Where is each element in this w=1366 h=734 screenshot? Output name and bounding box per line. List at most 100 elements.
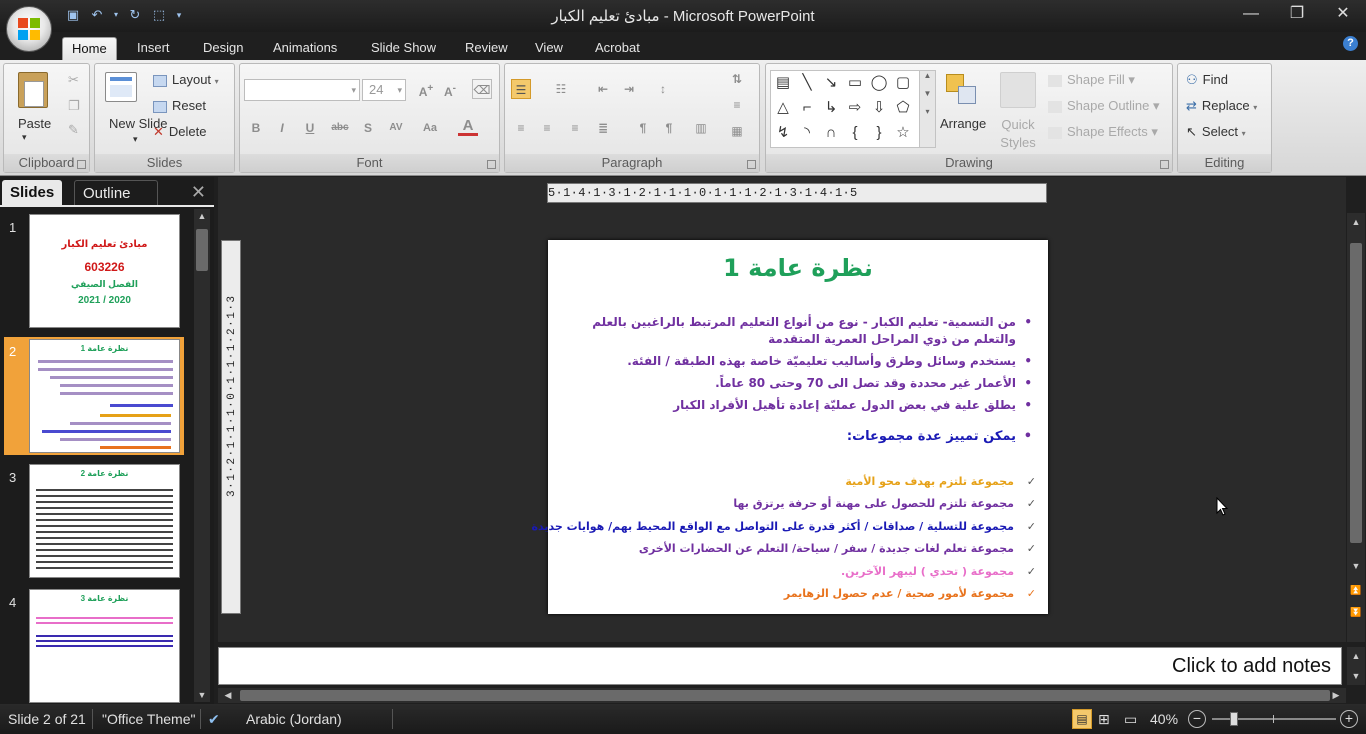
scroll-down-icon[interactable]: ▼ — [1348, 559, 1364, 573]
rtl-icon[interactable]: ¶ — [659, 118, 679, 138]
clipboard-launcher-icon[interactable] — [77, 160, 86, 169]
reset-button[interactable]: Reset — [153, 98, 206, 113]
new-slide-dropdown-icon[interactable]: ▾ — [133, 134, 138, 145]
find-button[interactable]: ⚇ Find — [1186, 72, 1228, 88]
oval-shape-icon[interactable]: ◯ — [869, 73, 889, 93]
new-slide-icon[interactable] — [105, 72, 137, 102]
elbow-arrow-icon[interactable]: ↳ — [821, 98, 841, 118]
slide-thumbnail-4[interactable]: نظرة عامة 3 — [29, 589, 180, 703]
paste-button[interactable]: Paste — [18, 116, 51, 131]
rounded-rect-shape-icon[interactable]: ▢ — [893, 73, 913, 93]
line-spacing-icon[interactable]: ↕ — [653, 79, 673, 99]
slide-canvas[interactable]: نظرة عامة 1 من التسمية- تعليم الكبار - ن… — [532, 240, 1048, 614]
tab-animations[interactable]: Animations — [264, 37, 346, 60]
help-icon[interactable]: ? — [1343, 36, 1358, 51]
theme-status[interactable]: "Office Theme" — [102, 711, 195, 727]
replace-button[interactable]: ⇄ Replace ▾ — [1186, 98, 1257, 114]
font-family-combo[interactable]: ▾ — [244, 79, 360, 101]
scroll-up-icon[interactable]: ▲ — [194, 209, 210, 223]
horizontal-scrollbar[interactable]: ◀ ▶ — [218, 688, 1346, 703]
scroll-down-icon[interactable]: ▼ — [1348, 669, 1364, 683]
paste-dropdown-icon[interactable]: ▾ — [22, 132, 27, 143]
align-center-icon[interactable]: ≡ — [537, 118, 557, 138]
previous-slide-icon[interactable]: ⏫ — [1348, 583, 1364, 597]
slide-show-view-icon[interactable]: ▭ — [1124, 711, 1137, 728]
shadow-icon[interactable]: S — [358, 118, 378, 138]
notes-placeholder[interactable]: Click to add notes — [1172, 655, 1331, 678]
group-list[interactable]: ✓ مجموعة تلتزم بهدف محو الأمية ✓ مجموعة تل… — [532, 471, 1036, 605]
underline-icon[interactable]: U — [300, 118, 320, 138]
zoom-slider-thumb[interactable] — [1230, 712, 1238, 726]
close-panel-icon[interactable]: ✕ — [191, 182, 206, 203]
shrink-font-icon[interactable]: A- — [440, 79, 460, 99]
rectangle-shape-icon[interactable]: ▭ — [845, 73, 865, 93]
next-slide-icon[interactable]: ⏬ — [1348, 605, 1364, 619]
slide-thumbnail-3[interactable]: نظرة عامة 2 — [29, 464, 180, 578]
paragraph-launcher-icon[interactable] — [747, 160, 756, 169]
numbering-icon[interactable]: ☷ — [551, 79, 571, 99]
elbow-connector-icon[interactable]: ⌐ — [797, 98, 817, 118]
notes-scrollbar[interactable]: ▲ ▼ — [1347, 647, 1365, 685]
scroll-up-icon[interactable]: ▲ — [1348, 649, 1364, 663]
tab-insert[interactable]: Insert — [128, 37, 179, 60]
justify-icon[interactable]: ≣ — [593, 118, 613, 138]
down-arrow-shape-icon[interactable]: ⇩ — [869, 98, 889, 118]
align-right-icon[interactable]: ≡ — [565, 118, 585, 138]
slide-scroll-thumb[interactable] — [1350, 243, 1362, 543]
bold-icon[interactable]: B — [246, 118, 266, 138]
minimize-button[interactable]: — — [1228, 0, 1274, 30]
tab-view[interactable]: View — [526, 37, 572, 60]
spelling-check-icon[interactable]: ✔ — [208, 711, 220, 728]
scroll-left-icon[interactable]: ◀ — [220, 688, 236, 702]
cut-icon[interactable]: ✂ — [68, 72, 79, 88]
quick-styles-button[interactable]: Quick Styles — [996, 116, 1040, 152]
format-painter-icon[interactable]: ✎ — [68, 122, 79, 138]
tab-acrobat[interactable]: Acrobat — [586, 37, 649, 60]
right-arrow-shape-icon[interactable]: ⇨ — [845, 98, 865, 118]
tab-slide-show[interactable]: Slide Show — [362, 37, 445, 60]
arc-shape-icon[interactable]: ◝ — [797, 123, 817, 143]
left-brace-shape-icon[interactable]: { — [845, 123, 865, 143]
freeform-shape-icon[interactable]: ↯ — [773, 123, 793, 143]
office-button[interactable] — [6, 6, 52, 52]
scroll-down-icon[interactable]: ▼ — [194, 688, 210, 702]
arrange-button[interactable]: Arrange — [940, 116, 986, 131]
thumbnails-scrollbar[interactable]: ▲ ▼ — [194, 209, 210, 702]
thumbnails-scroll-thumb[interactable] — [196, 229, 208, 271]
zoom-level[interactable]: 40% — [1150, 711, 1178, 727]
shapes-gallery[interactable]: ▤ ╲ ↘ ▭ ◯ ▢ △ ⌐ ↳ ⇨ ⇩ ⬠ ↯ ◝ ∩ { } ☆ ▲ ▼ ▾ — [770, 70, 936, 148]
bullets-icon[interactable]: ☰ — [511, 79, 531, 99]
language-status[interactable]: Arabic (Jordan) — [246, 711, 342, 727]
shapes-gallery-scroll[interactable]: ▲ ▼ ▾ — [919, 71, 935, 147]
arrow-line-shape-icon[interactable]: ↘ — [821, 73, 841, 93]
font-size-combo[interactable]: 24 ▾ — [362, 79, 406, 101]
star-shape-icon[interactable]: ☆ — [893, 123, 913, 143]
paste-icon[interactable] — [18, 72, 48, 108]
select-button[interactable]: ↖ Select ▾ — [1186, 124, 1246, 140]
shape-effects-button[interactable]: Shape Effects ▾ — [1048, 124, 1158, 140]
grow-font-icon[interactable]: A+ — [416, 79, 436, 99]
zoom-out-icon[interactable]: − — [1188, 710, 1206, 728]
arrange-icon[interactable] — [944, 72, 980, 108]
clear-format-icon[interactable]: ⌫ — [472, 79, 492, 99]
align-left-icon[interactable]: ≡ — [511, 118, 531, 138]
tab-slides[interactable]: Slides — [2, 180, 63, 205]
font-launcher-icon[interactable] — [487, 160, 496, 169]
strikethrough-icon[interactable]: abc — [330, 118, 350, 138]
normal-view-icon[interactable]: ▤ — [1072, 709, 1092, 729]
delete-button[interactable]: ✕ Delete — [153, 124, 206, 140]
shape-fill-button[interactable]: Shape Fill ▾ — [1048, 72, 1135, 88]
curve-shape-icon[interactable]: ∩ — [821, 123, 841, 143]
slide-thumbnail-1[interactable]: مبادئ تعليم الكبار 603226 الفصل الصيفي 2… — [29, 214, 180, 328]
char-spacing-icon[interactable]: AV — [386, 118, 406, 138]
smartart-icon[interactable]: ▦ — [727, 121, 747, 141]
drawing-launcher-icon[interactable] — [1160, 160, 1169, 169]
slide-title[interactable]: نظرة عامة 1 — [548, 254, 1048, 282]
increase-indent-icon[interactable]: ⇥ — [619, 79, 639, 99]
layout-button[interactable]: Layout ▾ — [153, 72, 219, 87]
copy-icon[interactable]: ❐ — [68, 98, 80, 114]
slide-bullets[interactable]: من التسمية- تعليم الكبار - نوع من أنواع … — [556, 314, 1032, 450]
tab-outline[interactable]: Outline — [74, 180, 158, 205]
quick-styles-icon[interactable] — [1000, 72, 1036, 108]
textbox-shape-icon[interactable]: ▤ — [773, 73, 793, 93]
